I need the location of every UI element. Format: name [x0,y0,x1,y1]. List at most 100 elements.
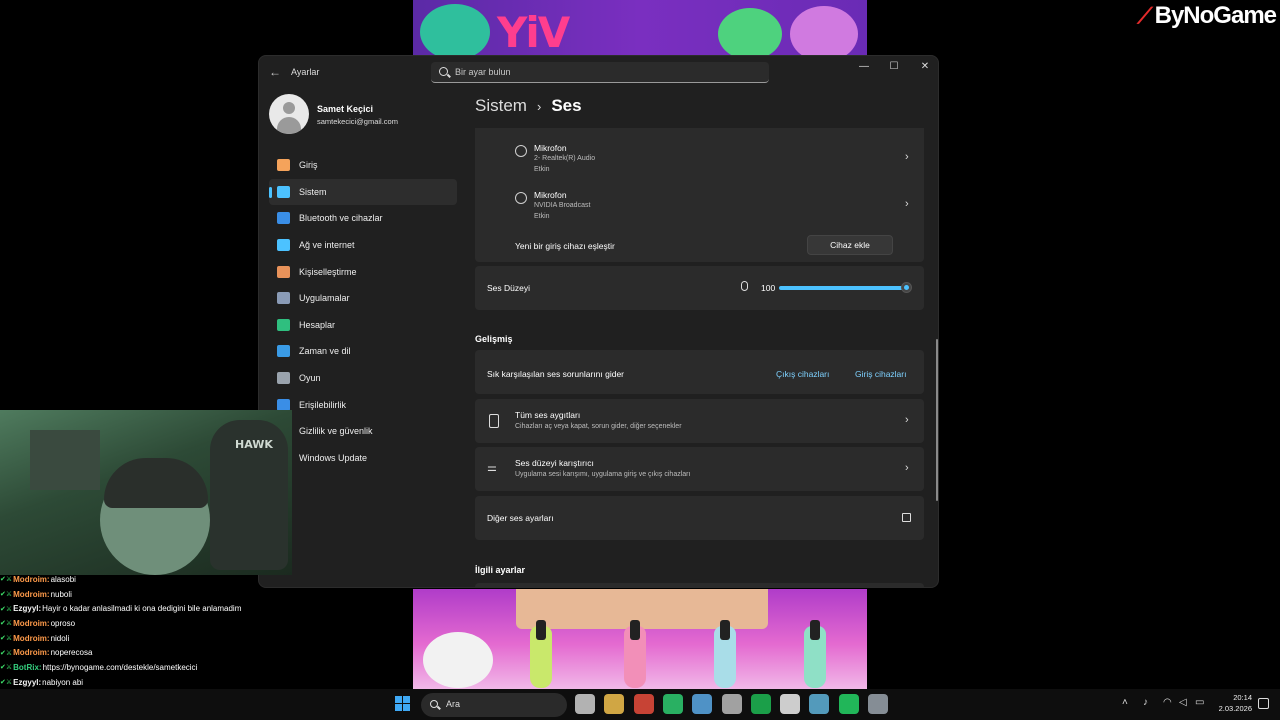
sidebar-item-label: Zaman ve dil [299,346,351,357]
chat-message: ✔⚔ Modroim: oproso [0,616,300,631]
clock-time[interactable]: 20:14 [1222,693,1252,702]
account-icon [277,318,290,331]
settings-icon[interactable] [868,694,888,714]
mixer-title: Ses düzeyi karıştırıcı [515,458,594,468]
back-arrow-icon[interactable]: ← [267,64,283,80]
chat-username: BotRix: [13,662,42,672]
notification-icon[interactable] [1258,698,1269,709]
avatar[interactable] [269,94,309,134]
taskbar-search[interactable]: Ara [421,693,567,717]
chat-message: ✔⚔ Ezgyyl: Hayir o kadar anlasilmadi ki on… [0,601,300,616]
nail-polish-icon [714,620,736,688]
profile-name: Samet Keçici [317,104,374,114]
close-button[interactable]: ✕ [915,60,935,74]
chevron-up-icon[interactable]: ˄ [1122,697,1128,708]
device-model: 2- Realtek(R) Audio [534,155,596,162]
maximize-button[interactable]: ☐ [884,60,904,74]
all-devices-title: Tüm ses aygıtları [515,410,581,420]
external-link-icon [902,513,911,522]
chat-username: Modroim: [13,589,50,599]
volume-mixer-row[interactable]: ⚌ Ses düzeyi karıştırıcı Uygulama sesi k… [475,447,924,491]
input-devices-link[interactable]: Giriş cihazları [855,369,906,379]
home-icon [277,159,290,172]
input-devices-card: Mikrofon 2- Realtek(R) Audio Etkin › Mik… [475,128,924,262]
advanced-title: Gelişmiş [475,334,513,344]
all-devices-row[interactable]: Tüm ses aygıtları Cihazları aç veya kapa… [475,399,924,443]
chat-badge-icon: ✔⚔ [0,605,13,613]
page-title: Ses [551,96,582,115]
chat-badge-icon: ✔⚔ [0,620,13,628]
mixer-sub: Uygulama sesi karışımı, uygulama giriş v… [515,471,691,478]
wifi-icon[interactable]: ◠ [1163,697,1172,708]
sidebar-item-bluetooth-ve-cihazlar[interactable]: Bluetooth ve cihazlar [269,205,457,232]
chat-username: Modroim: [13,618,50,628]
brand-logo-icon: ⟋ [1137,3,1153,28]
sidebar-item-label: Gizlilik ve güvenlik [299,426,373,437]
chevron-right-icon: › [905,462,909,474]
scrollbar[interactable] [936,339,938,501]
device-name: Mikrofon [534,190,567,200]
microphone-icon[interactable]: ♪ [1143,697,1148,708]
sidebar-item-a-ve-internet[interactable]: Ağ ve internet [269,232,457,259]
app-icon-1[interactable] [692,694,713,714]
battery-icon[interactable]: ▭ [1195,697,1204,708]
nail-polish-icon [804,620,826,688]
calculator-icon[interactable] [809,694,830,714]
app-icon-2[interactable] [721,694,742,714]
sidebar-item-label: Giriş [299,160,318,171]
sidebar-item-zaman-ve-dil[interactable]: Zaman ve dil [269,338,457,365]
chevron-right-icon: › [905,151,909,163]
device-radio[interactable] [515,192,527,204]
breadcrumb-system[interactable]: Sistem [475,96,527,116]
sidebar-item-ki-iselle-tirme[interactable]: Kişiselleştirme [269,258,457,285]
chat-text: https://bynogame.com/destekle/sametkecic… [42,662,198,672]
related-settings-card [475,583,924,587]
sidebar-item-hesaplar[interactable]: Hesaplar [269,312,457,339]
whatsapp-icon[interactable] [838,694,859,714]
breadcrumb: Sistem › Ses [475,96,582,116]
hand-icon [420,4,490,60]
microphone-icon [741,281,748,291]
chat-text: nuboli [50,589,72,599]
volume-slider-track[interactable] [779,286,905,290]
chat-username: Ezgyyl: [13,677,42,687]
sidebar-item-windows-update[interactable]: Windows Update [269,445,457,472]
settings-search-input[interactable]: Bir ayar bulun [431,62,769,83]
troubleshoot-label: Sık karşılaşılan ses sorunlarını gider [487,369,625,379]
sidebar-item-giri-[interactable]: Giriş [269,152,457,179]
start-icon[interactable] [395,696,411,712]
sidebar-item-oyun[interactable]: Oyun [269,365,457,392]
add-device-button[interactable]: Cihaz ekle [807,235,893,255]
chat-badge-icon: ✔⚔ [0,649,13,657]
mixer-icon: ⚌ [487,462,497,474]
input-device-row[interactable]: Mikrofon 2- Realtek(R) Audio Etkin › [475,134,924,178]
brush-icon [277,265,290,278]
input-device-row[interactable]: Mikrofon NVIDIA Broadcast Etkin › [475,181,924,225]
taskview-icon[interactable] [575,694,595,714]
sidebar-item-sistem[interactable]: Sistem [269,178,457,206]
device-radio[interactable] [515,145,527,157]
chair-logo: HAWK [235,438,273,451]
sidebar-item-eri-ilebilirlik[interactable]: Erişilebilirlik [269,391,457,418]
chat-text: Hayir o kadar anlasilmadi ki ona dedigin… [42,604,242,614]
chrome-alt-icon[interactable] [662,694,683,714]
spotify-icon[interactable] [750,694,771,714]
speaker-icon[interactable]: ◁ [1179,697,1187,708]
sidebar-item-gizlilik-ve-g-venlik[interactable]: Gizlilik ve güvenlik [269,418,457,445]
output-devices-link[interactable]: Çıkış cihazları [776,369,829,379]
chat-message: ✔⚔ Modroim: noperecosa [0,645,300,660]
minimize-button[interactable]: — [854,60,874,74]
clock-date[interactable]: 2.03.2026 [1210,704,1252,713]
file-explorer-icon[interactable] [604,694,625,714]
device-status: Etkin [534,166,550,173]
gamepad-icon [718,8,782,60]
chrome-icon[interactable] [633,694,654,714]
profile-email: samtekecici@gmail.com [317,117,398,126]
chat-message: ✔⚔ Modroim: alasobi [0,572,300,587]
accessibility-icon [277,398,290,411]
volume-slider-thumb[interactable] [901,282,912,293]
device-name: Mikrofon [534,143,567,153]
more-sound-settings-row[interactable]: Diğer ses ayarları [475,496,924,540]
notes-icon[interactable] [780,694,801,714]
sidebar-item-uygulamalar[interactable]: Uygulamalar [269,285,457,312]
